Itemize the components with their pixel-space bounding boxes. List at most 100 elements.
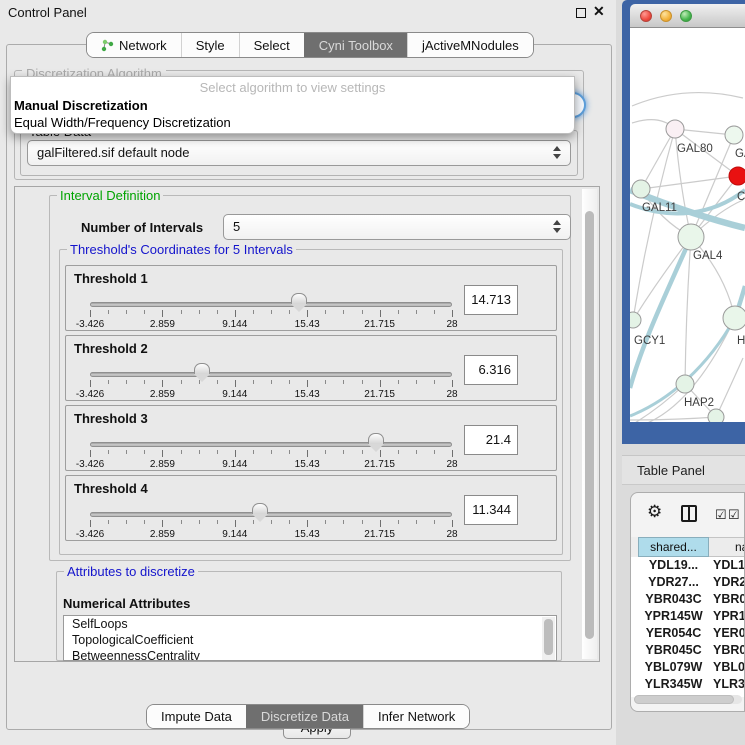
cell-name[interactable]: YBR0 xyxy=(713,642,745,659)
algorithm-option[interactable]: Manual Discretization xyxy=(11,97,574,114)
cell-name[interactable]: YDR2 xyxy=(713,574,745,591)
table-hscrollbar[interactable] xyxy=(634,695,742,704)
cell-shared-name[interactable]: YDR27... xyxy=(638,574,709,591)
slider-thumb[interactable] xyxy=(291,293,307,304)
control-panel-titlebar: Control Panel ✕ xyxy=(0,0,620,26)
slider-thumb[interactable] xyxy=(252,503,268,514)
column-header-name[interactable]: na xyxy=(709,537,745,557)
zoom-traffic-light-icon[interactable] xyxy=(680,10,692,22)
slider-track[interactable] xyxy=(90,372,452,377)
threshold-slider[interactable]: -3.4262.8599.14415.4321.71528 xyxy=(90,500,452,540)
settings-scrollbar[interactable] xyxy=(582,189,597,659)
float-window-icon[interactable] xyxy=(576,8,586,18)
table-row[interactable]: YDL19...YDL1 xyxy=(631,557,745,574)
combo-stepper-icon xyxy=(553,220,561,233)
gear-icon[interactable]: ⚙ xyxy=(647,503,662,520)
tab-jactivemnodules[interactable]: jActiveMNodules xyxy=(407,33,533,57)
attribute-item[interactable]: TopologicalCoefficient xyxy=(64,632,556,648)
cell-shared-name[interactable]: YBR043C xyxy=(638,591,709,608)
node-bottom[interactable] xyxy=(708,409,724,422)
attribute-item[interactable]: SelfLoops xyxy=(64,616,556,632)
table-row[interactable]: YDR27...YDR2 xyxy=(631,574,745,591)
cell-name[interactable]: YLR3 xyxy=(713,676,745,693)
tab-label: Network xyxy=(119,38,167,53)
tab-discretize-data[interactable]: Discretize Data xyxy=(246,705,363,728)
cell-shared-name[interactable]: YBL079W xyxy=(638,659,709,676)
cell-name[interactable]: YBR0 xyxy=(713,591,745,608)
network-nodes[interactable] xyxy=(630,120,745,422)
cell-shared-name[interactable]: YER054C xyxy=(638,625,709,642)
node-h[interactable] xyxy=(723,306,745,330)
tick-mark xyxy=(235,520,236,527)
threshold-slider[interactable]: -3.4262.8599.14415.4321.71528 xyxy=(90,360,452,400)
tab-infer-network[interactable]: Infer Network xyxy=(363,705,469,728)
attributes-group-title: Attributes to discretize xyxy=(64,564,198,579)
network-canvas[interactable]: GAL80 GA C GAL11 GAL4 GCY1 H HAP2 xyxy=(630,28,745,422)
threshold-value[interactable]: 6.316 xyxy=(464,355,518,385)
tab-style[interactable]: Style xyxy=(181,33,239,57)
cell-name[interactable]: YER0 xyxy=(713,625,745,642)
threshold-value[interactable]: 11.344 xyxy=(464,495,518,525)
tick-mark xyxy=(380,380,381,387)
threshold-slider[interactable]: -3.4262.8599.14415.4321.71528 xyxy=(90,290,452,330)
tick-label: 28 xyxy=(446,459,457,470)
tab-impute-data[interactable]: Impute Data xyxy=(147,705,246,728)
tick-mark xyxy=(108,450,109,454)
slider-track[interactable] xyxy=(90,512,452,517)
slider-track[interactable] xyxy=(90,302,452,307)
number-of-intervals-combo[interactable]: 5 xyxy=(223,214,571,240)
table-row[interactable]: YBR045CYBR0 xyxy=(631,642,745,659)
tick-mark xyxy=(434,310,435,314)
table-row[interactable]: YPR145WYPR1 xyxy=(631,608,745,625)
node-gcy1[interactable] xyxy=(630,312,641,328)
tick-label: 21.715 xyxy=(364,389,395,400)
node-gal4[interactable] xyxy=(678,224,704,250)
cell-name[interactable]: YBL0 xyxy=(713,659,745,676)
tick-label: 21.715 xyxy=(364,319,395,330)
table-row[interactable]: YBL079WYBL0 xyxy=(631,659,745,676)
slider-thumb[interactable] xyxy=(368,433,384,444)
split-columns-icon[interactable] xyxy=(681,505,697,522)
network-view-window[interactable]: GAL80 GA C GAL11 GAL4 GCY1 H HAP2 xyxy=(622,0,745,444)
tab-cyni-toolbox[interactable]: Cyni Toolbox xyxy=(304,33,407,57)
tick-mark xyxy=(416,520,417,524)
slider-track[interactable] xyxy=(90,442,452,447)
slider-thumb[interactable] xyxy=(194,363,210,374)
table-row[interactable]: YLR345WYLR3 xyxy=(631,676,745,693)
tick-mark xyxy=(126,380,127,384)
checkbox-icon[interactable]: ☑ xyxy=(715,508,727,521)
algorithm-option[interactable]: Equal Width/Frequency Discretization xyxy=(11,114,574,131)
attributes-scrollbar[interactable] xyxy=(542,617,555,661)
threshold-value[interactable]: 21.4 xyxy=(464,425,518,455)
checkbox-icon[interactable]: ☑ xyxy=(728,508,740,521)
network-window-titlebar[interactable] xyxy=(630,4,745,28)
node-gal11[interactable] xyxy=(632,180,650,198)
node-ga[interactable] xyxy=(725,126,743,144)
close-traffic-light-icon[interactable] xyxy=(640,10,652,22)
cell-shared-name[interactable]: YBR045C xyxy=(638,642,709,659)
cell-name[interactable]: YPR1 xyxy=(713,608,745,625)
close-icon[interactable]: ✕ xyxy=(593,3,605,20)
cell-shared-name[interactable]: YLR345W xyxy=(638,676,709,693)
table-row[interactable]: YBR043CYBR0 xyxy=(631,591,745,608)
node-red-selected[interactable] xyxy=(729,167,745,185)
column-header-shared-name[interactable]: shared... xyxy=(638,537,709,557)
tick-label: 9.144 xyxy=(222,529,247,540)
numerical-attributes-list[interactable]: SelfLoopsTopologicalCoefficientBetweenne… xyxy=(63,615,557,661)
threshold-slider[interactable]: -3.4262.8599.14415.4321.71528 xyxy=(90,430,452,470)
minimize-traffic-light-icon[interactable] xyxy=(660,10,672,22)
tab-network[interactable]: Network xyxy=(87,33,181,57)
tick-mark xyxy=(380,520,381,527)
table-row[interactable]: YER054CYER0 xyxy=(631,625,745,642)
tab-select[interactable]: Select xyxy=(239,33,304,57)
node-gal80[interactable] xyxy=(666,120,684,138)
table-data-combo[interactable]: galFiltered.sif default node xyxy=(27,140,571,166)
attribute-item[interactable]: BetweennessCentrality xyxy=(64,648,556,661)
tick-mark xyxy=(325,310,326,314)
cell-name[interactable]: YDL1 xyxy=(713,557,745,574)
tick-mark xyxy=(199,310,200,314)
cell-shared-name[interactable]: YPR145W xyxy=(638,608,709,625)
cell-shared-name[interactable]: YDL19... xyxy=(638,557,709,574)
threshold-value[interactable]: 14.713 xyxy=(464,285,518,315)
node-hap2[interactable] xyxy=(676,375,694,393)
